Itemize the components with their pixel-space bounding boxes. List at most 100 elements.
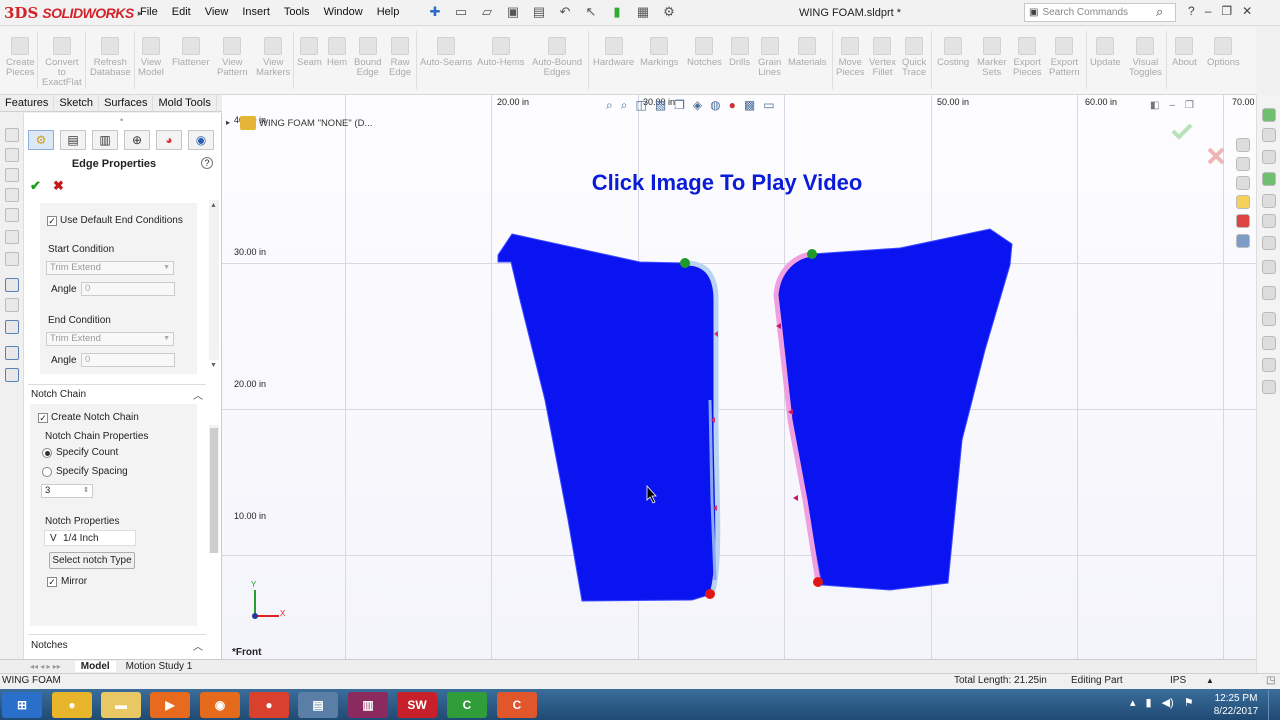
feature-icon[interactable] <box>5 252 19 266</box>
view-palette-icon[interactable] <box>1236 195 1250 209</box>
help-icon[interactable]: ? <box>1188 4 1195 18</box>
print-icon[interactable]: ▤ <box>528 3 550 21</box>
command-export-pieces-button[interactable]: Export Pieces <box>1013 29 1042 91</box>
custom-properties-icon[interactable] <box>1236 234 1250 248</box>
menu-insert[interactable]: Insert <box>242 6 270 18</box>
taskbar-clock[interactable]: 12:25 PM 8/22/2017 <box>1206 692 1266 718</box>
tray-expand-icon[interactable]: ▴ <box>1130 696 1136 709</box>
tab-features[interactable]: Features <box>0 95 55 112</box>
end-condition-select[interactable]: Trim Extend ▼ <box>46 332 174 346</box>
taskpane-tool-icon[interactable] <box>1262 358 1276 372</box>
app-window-icon[interactable]: ▤ <box>298 692 338 718</box>
traffic-light-icon[interactable]: ▮ <box>606 3 628 21</box>
command-quick-trace-button[interactable]: Quick Trace <box>902 29 926 91</box>
command-convert-to-exactflat-button[interactable]: Convert to ExactFlat <box>42 29 82 91</box>
select-notch-type-button[interactable]: Select notch Type <box>49 552 135 569</box>
command-update-button[interactable]: Update <box>1090 29 1121 91</box>
feature-icon[interactable] <box>5 298 19 312</box>
windows-start-icon[interactable]: ⊞ <box>2 692 42 718</box>
winrar-icon[interactable]: ▥ <box>348 692 388 718</box>
tab-model[interactable]: Model <box>74 661 116 672</box>
command-costing-button[interactable]: Costing <box>937 29 969 91</box>
exactflat-tab-icon[interactable]: ◉ <box>188 130 214 150</box>
options-gear-icon[interactable]: ⚙ <box>658 3 680 21</box>
edge-tool-icon[interactable] <box>5 320 19 334</box>
appearances-icon[interactable] <box>1236 214 1250 228</box>
status-options-icon[interactable]: ◳ <box>1266 675 1275 686</box>
command-options-button[interactable]: Options <box>1207 29 1240 91</box>
units-chevron-up-icon[interactable]: ▲ <box>1206 676 1214 685</box>
feature-icon[interactable] <box>5 208 19 222</box>
menu-edit[interactable]: Edit <box>172 6 191 18</box>
command-refresh-database-button[interactable]: Refresh Database <box>90 29 131 91</box>
design-library-icon[interactable] <box>1236 157 1250 171</box>
taskpane-tool-icon[interactable] <box>1262 336 1276 350</box>
end-angle-input[interactable]: 0 <box>81 353 175 367</box>
solidworks-logo[interactable]: 3DS SOLIDWORKS ▸ <box>4 3 142 23</box>
command-visual-toggles-button[interactable]: Visual Toggles <box>1129 29 1162 91</box>
command-create-pieces-button[interactable]: Create Pieces <box>6 29 35 91</box>
command-hardware-button[interactable]: Hardware <box>593 29 634 91</box>
ok-button[interactable]: ✔ <box>30 178 41 194</box>
display-manager-tab-icon[interactable]: ◕ <box>156 130 182 150</box>
panel-scrollbar-thumb[interactable] <box>210 428 218 553</box>
command-drills-button[interactable]: Drills <box>729 29 750 91</box>
feature-icon[interactable] <box>5 188 19 202</box>
mirror-checkbox[interactable]: ✓ <box>47 577 57 587</box>
command-vertex-fillet-button[interactable]: Vertex Fillet <box>869 29 896 91</box>
flag-icon[interactable]: ⚑ <box>1184 696 1194 709</box>
edge-tool-icon[interactable] <box>5 346 19 360</box>
start-angle-input[interactable]: 0 <box>81 282 175 296</box>
feature-icon[interactable] <box>5 128 19 142</box>
undo-icon[interactable]: ↶ <box>554 3 576 21</box>
command-flattener-button[interactable]: Flattener <box>172 29 210 91</box>
command-auto-seams-button[interactable]: Auto-Seams <box>420 29 472 91</box>
taskpane-tool-icon[interactable] <box>1262 150 1276 164</box>
save-icon[interactable]: ▣ <box>502 3 524 21</box>
stepper-arrows-icon[interactable]: ⇕ <box>83 485 89 497</box>
chrome-icon[interactable]: ● <box>52 692 92 718</box>
command-bound-edge-button[interactable]: Bound Edge <box>354 29 381 91</box>
collapse-chevron-icon[interactable]: ︿ <box>193 387 203 402</box>
pin-icon[interactable]: ✚ <box>424 3 446 21</box>
command-markings-button[interactable]: Markings <box>640 29 679 91</box>
create-notch-chain-checkbox[interactable]: ✓ <box>38 413 48 423</box>
open-icon[interactable]: ▱ <box>476 3 498 21</box>
volume-icon[interactable]: ◀) <box>1162 696 1174 709</box>
solidworks-taskbar-icon[interactable]: SW <box>397 692 437 718</box>
command-move-pieces-button[interactable]: Move Pieces <box>836 29 865 91</box>
network-icon[interactable]: ▮ <box>1146 696 1152 709</box>
taskpane-tool-icon[interactable] <box>1262 286 1276 300</box>
restore-button[interactable]: ❐ <box>1221 4 1232 18</box>
panel-drag-dot[interactable]: • <box>120 115 123 125</box>
start-condition-select[interactable]: Trim Extend ▼ <box>46 261 174 275</box>
command-export-pattern-button[interactable]: Export Pattern <box>1049 29 1080 91</box>
feature-manager-tab-icon[interactable]: ⚙ <box>28 130 54 150</box>
file-properties-icon[interactable]: ▦ <box>632 3 654 21</box>
camtasia-orange-icon[interactable]: C <box>497 692 537 718</box>
search-icon[interactable]: ⌕ <box>1156 4 1163 20</box>
exactflat-resources-icon[interactable] <box>1262 108 1276 122</box>
panel-help-icon[interactable]: ? <box>201 157 213 169</box>
property-manager-tab-icon[interactable]: ▤ <box>60 130 86 150</box>
feature-icon[interactable] <box>5 230 19 244</box>
tab-motion-study[interactable]: Motion Study 1 <box>120 661 199 672</box>
tab-scroll-arrows-icon[interactable]: ◂◂ ◂ ▸ ▸▸ <box>30 662 61 671</box>
menu-help[interactable]: Help <box>377 6 400 18</box>
specify-spacing-radio[interactable] <box>42 467 52 477</box>
taskpane-tool-icon[interactable] <box>1262 214 1276 228</box>
media-player-icon[interactable]: ▶ <box>150 692 190 718</box>
command-seam-button[interactable]: Seam <box>297 29 322 91</box>
tab-sketch[interactable]: Sketch <box>54 95 100 112</box>
chrome-2-icon[interactable]: ● <box>249 692 289 718</box>
taskpane-tool-icon[interactable] <box>1262 172 1276 186</box>
scroll-down-icon[interactable]: ▼ <box>210 362 217 369</box>
taskpane-tool-icon[interactable] <box>1262 128 1276 142</box>
units-selector[interactable]: IPS <box>1170 675 1186 686</box>
new-document-icon[interactable]: ▭ <box>450 3 472 21</box>
command-view-pattern-button[interactable]: View Pattern <box>217 29 248 91</box>
use-default-end-conditions-checkbox[interactable]: ✓ <box>47 216 57 226</box>
edge-tool-icon[interactable] <box>5 368 19 382</box>
file-explorer-icon[interactable]: ▬ <box>101 692 141 718</box>
taskpane-tool-icon[interactable] <box>1262 312 1276 326</box>
